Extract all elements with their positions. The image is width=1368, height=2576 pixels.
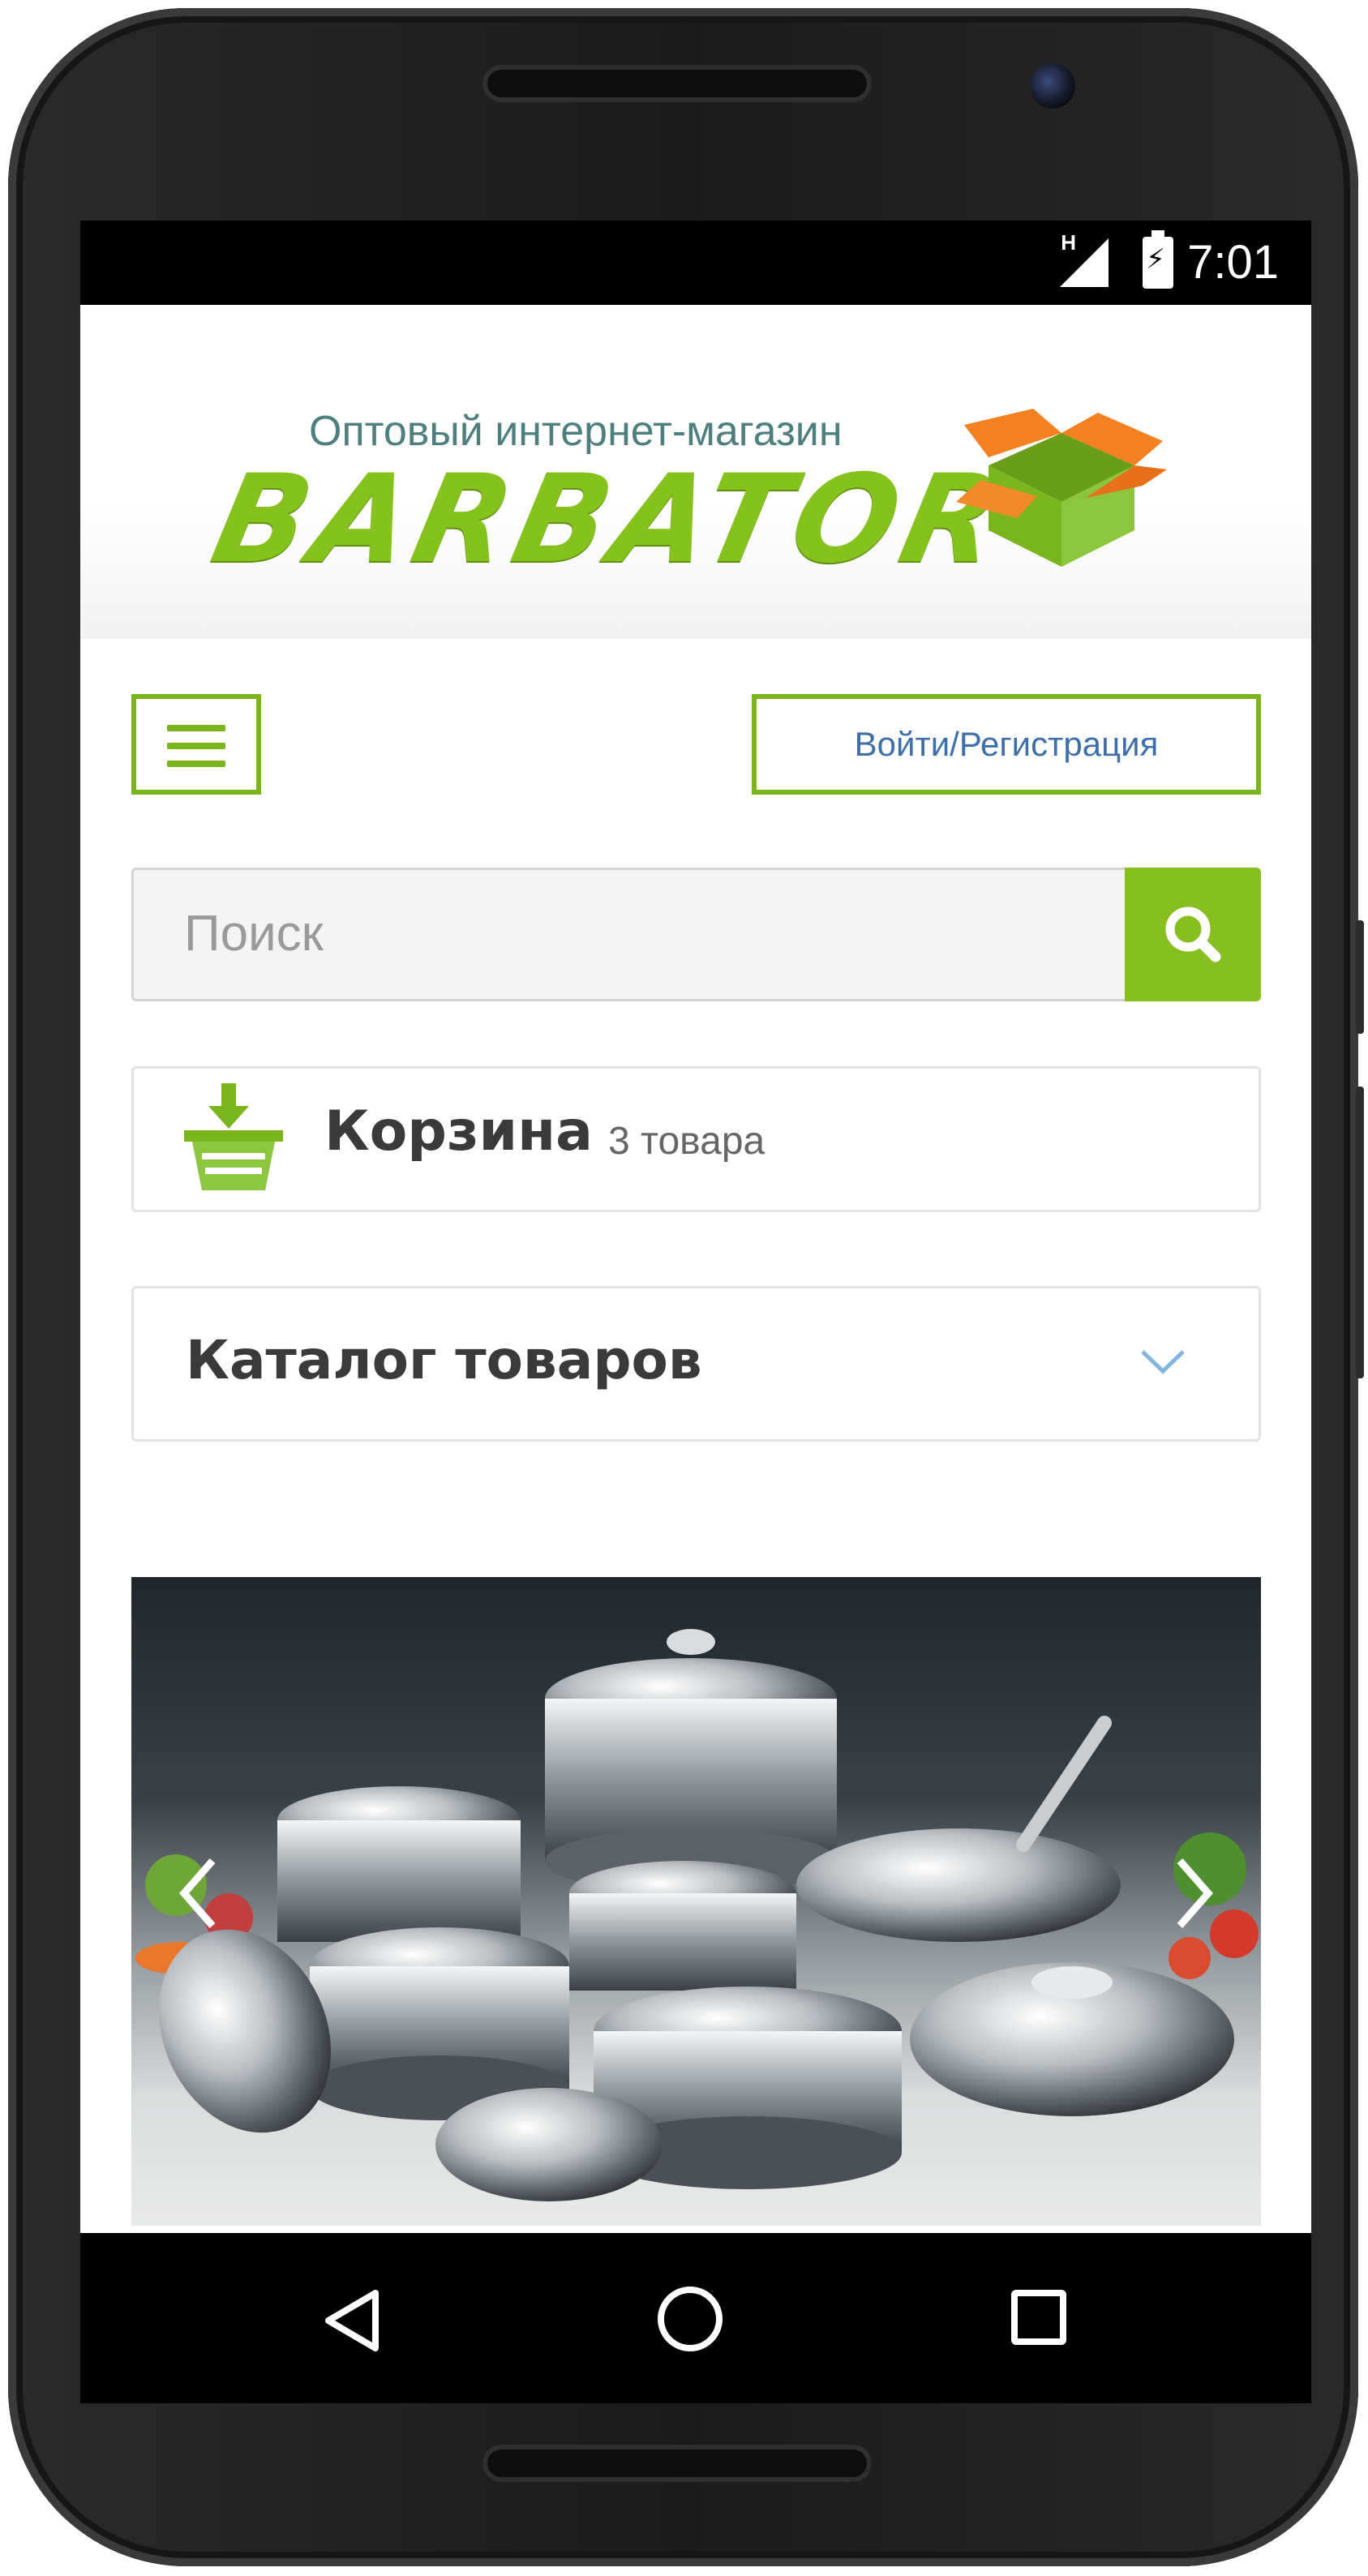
search-icon xyxy=(1165,907,1221,962)
signal-icon xyxy=(1060,238,1109,287)
power-button xyxy=(1356,920,1364,1034)
catalog-title: Каталог товаров xyxy=(186,1329,702,1391)
search-button[interactable] xyxy=(1125,868,1261,1001)
top-speaker xyxy=(482,65,872,102)
logo-subtitle: Оптовый интернет-магазин xyxy=(309,408,843,455)
hamburger-menu-icon[interactable] xyxy=(131,694,261,795)
search-input[interactable]: Поиск xyxy=(131,868,1125,1001)
recent-apps-icon[interactable] xyxy=(1011,2290,1066,2345)
cookware-image xyxy=(135,1629,1259,2201)
cart-item-count: 3 товара xyxy=(608,1120,765,1163)
basket-icon xyxy=(184,1083,283,1190)
login-register-button[interactable]: Войти/Регистрация xyxy=(752,694,1261,795)
phone-frame: H 7:01 Оптовый интернет-магазин BARBATOR xyxy=(8,8,1364,2566)
front-camera xyxy=(1030,63,1075,109)
android-nav-bar xyxy=(80,2233,1311,2403)
chevron-left-icon[interactable] xyxy=(164,1845,237,1942)
bottom-speaker xyxy=(482,2445,872,2482)
logo-name: BARBATOR xyxy=(201,449,1019,590)
cart-widget[interactable]: Корзина 3 товара xyxy=(131,1066,1261,1212)
status-bar: H 7:01 xyxy=(80,221,1311,305)
volume-button xyxy=(1356,1087,1364,1378)
cart-title: Корзина xyxy=(324,1099,594,1164)
battery-charging-icon xyxy=(1143,230,1173,289)
open-box-icon xyxy=(956,409,1167,567)
chevron-down-icon xyxy=(1141,1350,1185,1374)
chevron-right-icon[interactable] xyxy=(1156,1845,1229,1942)
promo-banner-slider[interactable] xyxy=(131,1577,1261,2226)
status-time: 7:01 xyxy=(1187,236,1279,289)
back-icon[interactable] xyxy=(322,2288,387,2353)
catalog-dropdown[interactable]: Каталог товаров xyxy=(131,1286,1261,1442)
home-icon[interactable] xyxy=(658,2287,723,2351)
site-header: Оптовый интернет-магазин BARBATOR xyxy=(80,305,1311,639)
screen: H 7:01 Оптовый интернет-магазин BARBATOR xyxy=(80,221,1311,2403)
